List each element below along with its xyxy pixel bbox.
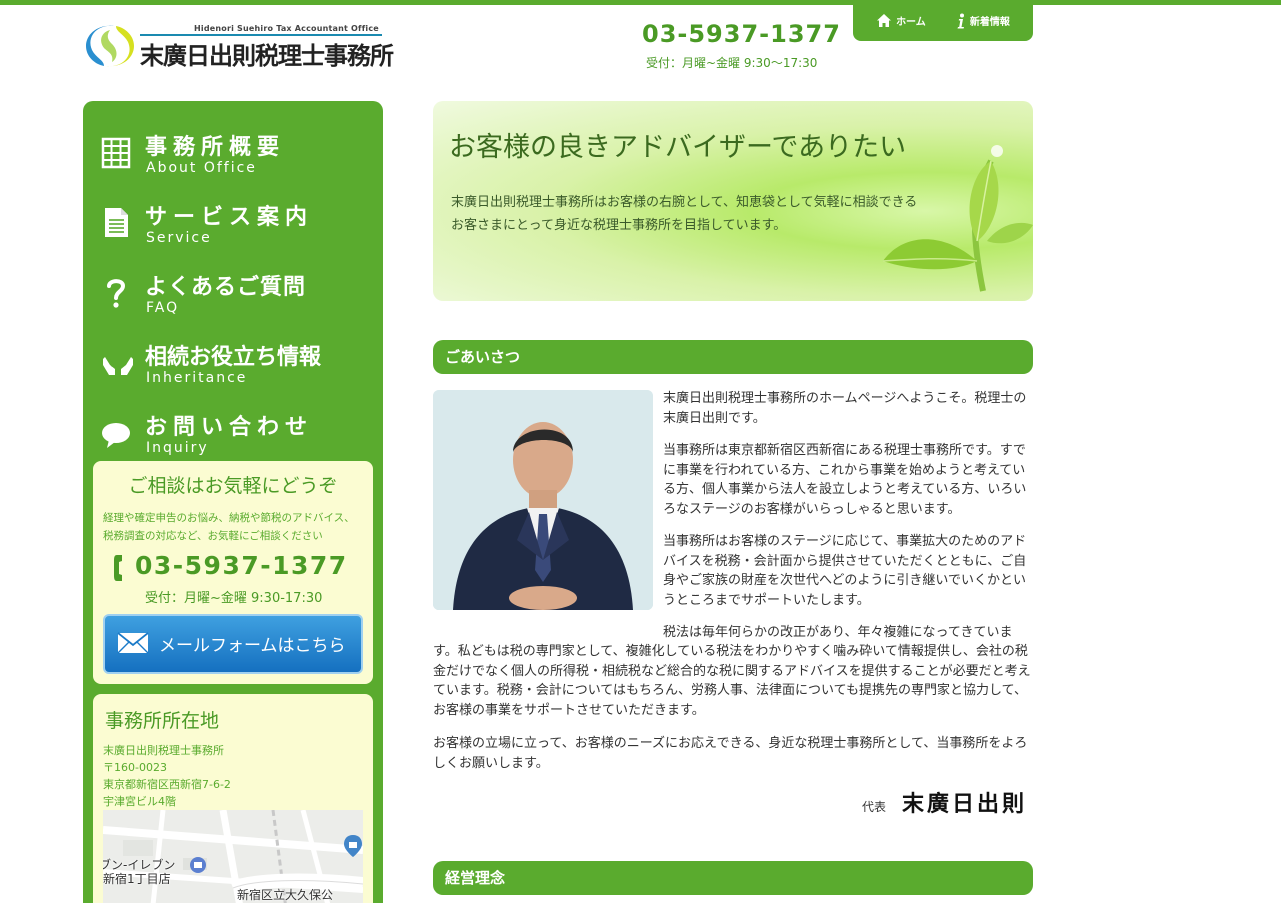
nav-news[interactable]: 新着情報: [956, 13, 1010, 29]
office-location-box: 事務所所在地 末廣日出則税理士事務所 〒160-0023 東京都新宿区西新宿7-…: [93, 694, 373, 903]
office-name: 末廣日出則税理士事務所: [103, 744, 224, 757]
consult-box: ご相談はお気軽にどうぞ 経理や確定申告のお悩み、納税や節税のアドバイス、税務調査…: [93, 461, 373, 684]
building-icon: [101, 137, 131, 169]
info-icon: [957, 13, 964, 28]
hero-title: お客様の良きアドバイザーでありたい: [449, 132, 907, 163]
sidebar-item-service[interactable]: サービス案内 Service: [83, 185, 383, 255]
speech-bubble-icon: [102, 423, 130, 448]
greeting-paragraph: 当事務所はお客様のステージに応じて、事業拡大のためのアドバイスを税務・会計面から…: [663, 534, 1027, 608]
greeting-paragraph: お客様の立場に立って、お客様のニーズにお応えできる、身近な税理士事務所として、当…: [433, 736, 1028, 771]
sidebar-item-sublabel: About Office: [146, 160, 257, 176]
office-map[interactable]: ブン-イレブン 新宿1丁目店 新宿区立大久保公: [103, 810, 363, 903]
consult-hours: 受付：月曜~金曜 9:30-17:30: [145, 591, 323, 606]
sidebar: 事務所概要 About Office サービス案内 Service よくあるご質…: [83, 101, 383, 903]
portrait-photo: [433, 390, 653, 610]
sidebar-item-sublabel: Inheritance: [146, 370, 248, 386]
greeting-heading: ごあいさつ: [433, 340, 1033, 374]
map-marker-icon: [344, 835, 362, 857]
nav-home-label: ホーム: [896, 17, 926, 28]
sidebar-item-inheritance[interactable]: 相続お役立ち情報 Inheritance: [83, 325, 383, 395]
sidebar-item-inquiry[interactable]: お問い合わせ Inquiry: [83, 395, 383, 465]
greeting-paragraph: す。私どもは税の専門家として、複雑化している税法をわかりやすく噛み砕いて情報提供…: [433, 644, 1031, 718]
hero-banner: お客様の良きアドバイザーでありたい 末廣日出則税理士事務所はお客様の右腕として、…: [433, 101, 1033, 301]
consult-description: 経理や確定申告のお悩み、納税や節税のアドバイス、税務調査の対応など、お気軽にご相…: [103, 512, 355, 542]
office-address: 末廣日出則税理士事務所 〒160-0023 東京都新宿区西新宿7-6-2 宇津宮…: [103, 742, 231, 810]
sidebar-item-label: 相続お役立ち情報: [145, 345, 322, 370]
person-illustration: [433, 390, 653, 610]
home-icon: [877, 14, 892, 27]
logo-english-name: Hidenori Suehiro Tax Accountant Office: [194, 24, 379, 33]
logo-mark-icon: [86, 25, 134, 67]
sidebar-item-label: サービス案内: [145, 205, 314, 230]
logo[interactable]: Hidenori Suehiro Tax Accountant Office 末…: [84, 20, 394, 72]
hero-line: 末廣日出則税理士事務所はお客様の右腕として、知恵袋として気軽に相談できる: [451, 195, 918, 210]
sidebar-item-label: よくあるご質問: [145, 275, 307, 300]
philosophy-heading-label: 経営理念: [445, 869, 506, 887]
document-icon: [105, 208, 128, 237]
greeting-paragraph-lead: 税法は毎年何らかの改正があり、年々複雑になってきていま: [663, 625, 1013, 640]
logo-japanese-name: 末廣日出則税理士事務所: [140, 42, 394, 70]
map-label: 新宿1丁目店: [103, 872, 171, 886]
sidebar-item-about[interactable]: 事務所概要 About Office: [83, 115, 383, 185]
signature-name: 末廣日出則: [902, 791, 1028, 817]
sidebar-item-label: 事務所概要: [145, 135, 286, 160]
header-phone[interactable]: 03-5937-1377: [642, 20, 841, 48]
phone-icon: [114, 555, 122, 581]
header-hours: 受付：月曜~金曜 9:30〜17:30: [646, 56, 818, 70]
office-street: 東京都新宿区西新宿7-6-2: [103, 778, 231, 791]
sidebar-item-label: お問い合わせ: [145, 415, 314, 440]
top-navigation: ホーム 新着情報: [853, 0, 1033, 41]
hero-line: お客さまにとって身近な税理士事務所を目指しています。: [451, 218, 787, 233]
office-building: 宇津宮ビル4階: [103, 795, 176, 808]
sidebar-item-faq[interactable]: よくあるご質問 FAQ: [83, 255, 383, 325]
office-title: 事務所所在地: [105, 710, 220, 732]
envelope-icon: [117, 632, 149, 654]
sidebar-item-sublabel: Service: [146, 230, 212, 246]
sidebar-item-sublabel: Inquiry: [146, 440, 209, 456]
mail-form-button[interactable]: メールフォームはこちら: [103, 614, 363, 674]
top-accent-bar: [0, 0, 1281, 5]
hero-description: 末廣日出則税理士事務所はお客様の右腕として、知恵袋として気軽に相談できる お客さ…: [451, 191, 971, 237]
sidebar-item-sublabel: FAQ: [146, 300, 180, 316]
question-icon: [107, 279, 126, 308]
hands-icon: [103, 357, 133, 375]
office-postal: 〒160-0023: [103, 761, 167, 774]
nav-news-label: 新着情報: [969, 17, 1010, 28]
consult-title: ご相談はお気軽にどうぞ: [128, 475, 338, 497]
greeting-heading-label: ごあいさつ: [445, 348, 521, 366]
store-pin-icon: [190, 857, 206, 873]
consult-phone[interactable]: 03-5937-1377: [135, 551, 348, 580]
philosophy-heading: 経営理念: [433, 861, 1033, 895]
mail-form-label: メールフォームはこちら: [159, 636, 346, 656]
signature-title: 代表: [862, 800, 887, 814]
map-label: 新宿区立大久保公: [237, 888, 334, 902]
greeting-paragraph: 末廣日出則税理士事務所のホームページへようこそ。税理士の末廣日出則です。: [663, 391, 1027, 426]
nav-home[interactable]: ホーム: [876, 13, 926, 28]
greeting-paragraph: 当事務所は東京都新宿区西新宿にある税理士事務所です。すでに事業を行われている方、…: [663, 443, 1027, 517]
